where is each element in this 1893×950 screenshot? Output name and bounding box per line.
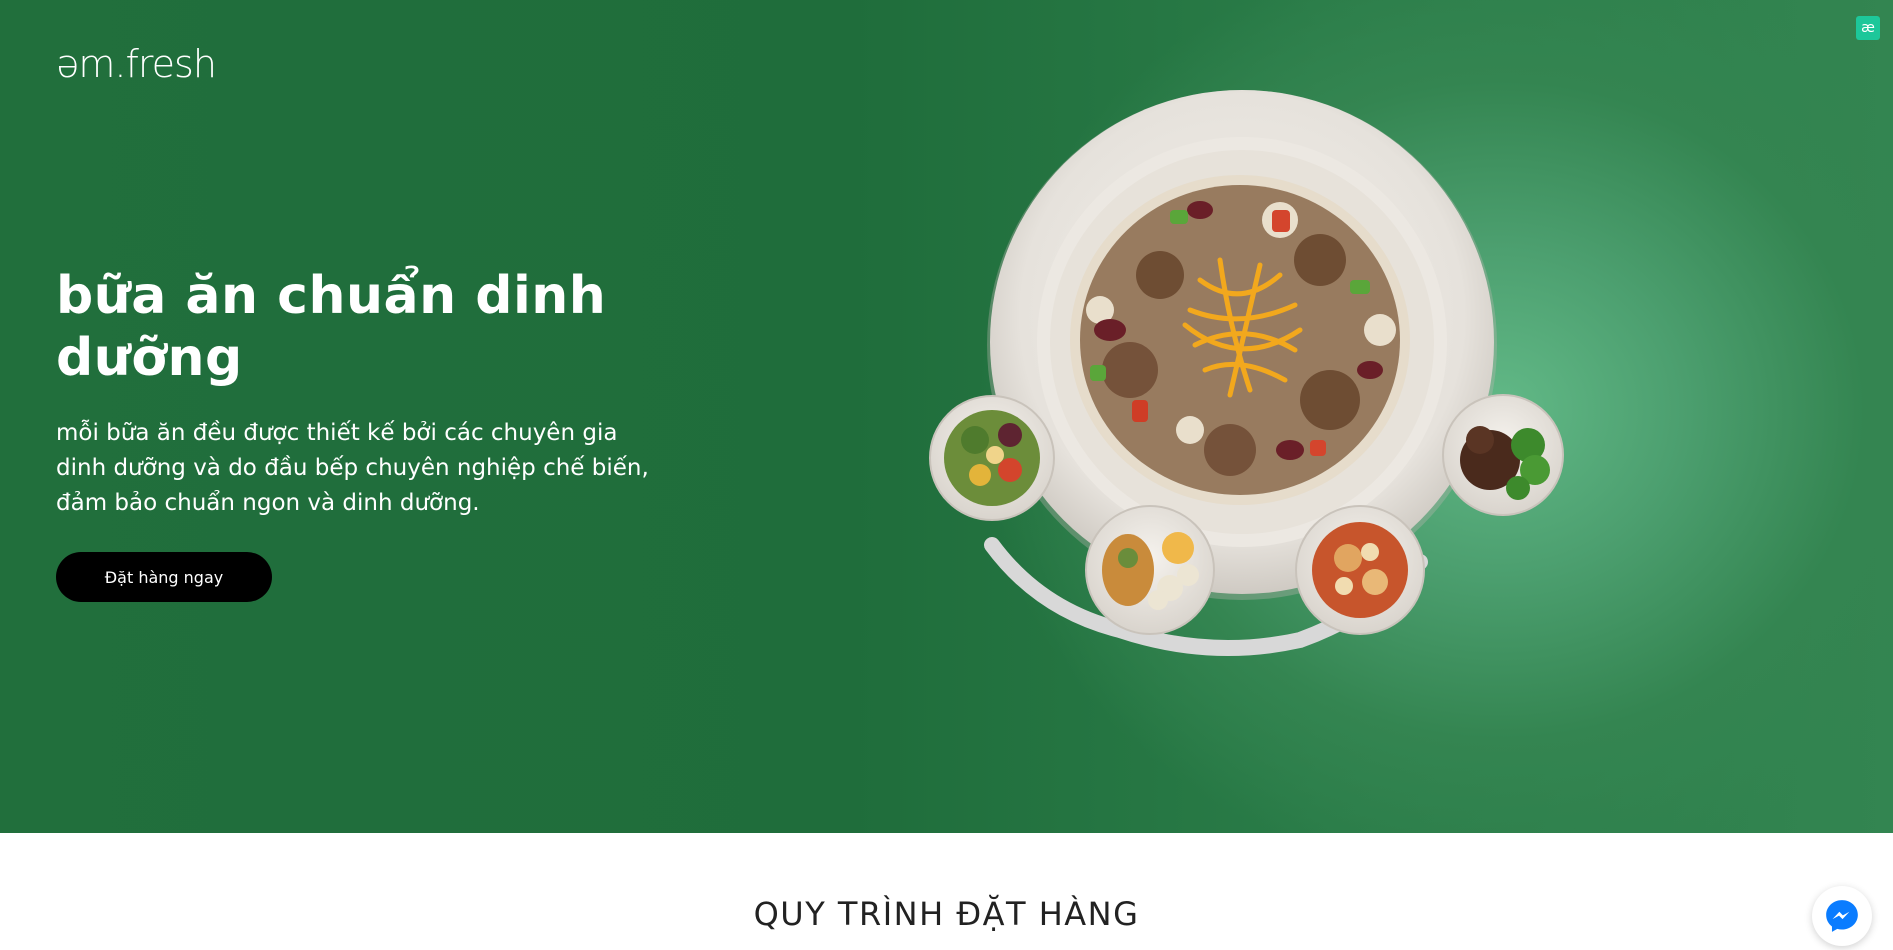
beef-rice-dish — [1070, 175, 1410, 505]
order-now-button[interactable]: Đặt hàng ngay — [56, 552, 272, 602]
messenger-icon — [1826, 900, 1858, 932]
brand-logo[interactable]: əm.fresh — [56, 42, 217, 86]
beef-broccoli-plate — [1442, 394, 1564, 516]
hero-description: mỗi bữa ăn đều được thiết kế bởi các chu… — [56, 420, 649, 516]
salad-plate — [929, 395, 1055, 521]
ae-icon[interactable]: æ — [1856, 16, 1880, 40]
hero-section: əm.fresh æ bữa ăn chuẩn dinh dưỡng mỗi b… — [0, 0, 1893, 833]
messenger-chat-button[interactable] — [1812, 886, 1872, 946]
meal-illustration — [929, 90, 1564, 656]
order-process-title: QUY TRÌNH ĐẶT HÀNG — [753, 895, 1140, 933]
chicken-cauliflower-plate — [1085, 505, 1215, 635]
hero-title: bữa ăn chuẩn dinh dưỡng — [56, 266, 607, 388]
baked-pasta-plate — [1295, 505, 1425, 635]
